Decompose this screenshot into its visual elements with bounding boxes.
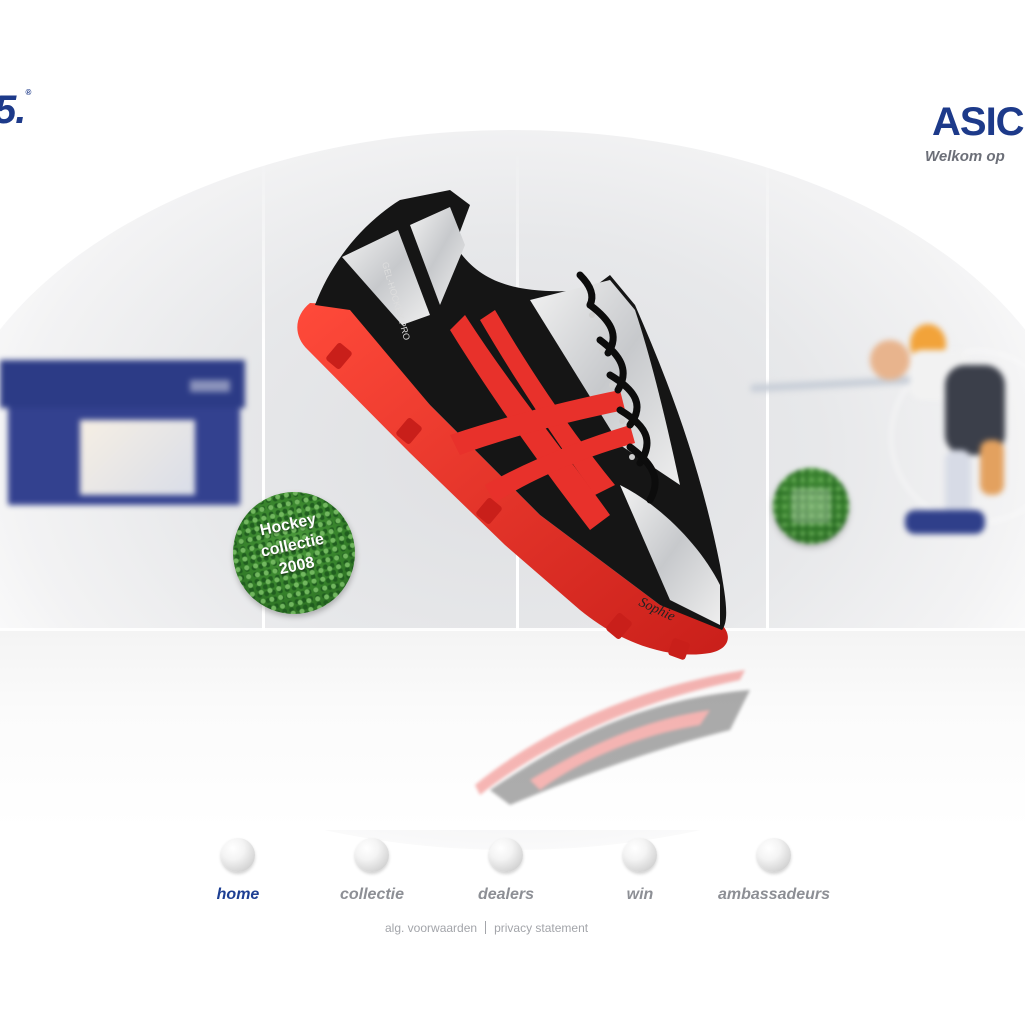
footer-separator xyxy=(485,921,487,934)
asics-logo-right[interactable]: ASIC xyxy=(932,100,1025,145)
shoe-reflection xyxy=(470,660,770,810)
nav-collectie[interactable]: collectie xyxy=(302,838,442,904)
nav-win[interactable]: win xyxy=(570,838,710,904)
nav-ball-icon xyxy=(221,838,255,872)
badge-text: Hockey collectie 2008 xyxy=(226,502,358,589)
nav-ball-icon xyxy=(623,838,657,872)
welcome-tagline: Welkom op xyxy=(925,148,1005,165)
nav-ambassadeurs[interactable]: ambassadeurs xyxy=(704,838,844,904)
shoebox-stripe xyxy=(190,380,230,392)
nav-ball-icon xyxy=(757,838,791,872)
shoebox-label xyxy=(80,420,195,495)
registered-mark: ® xyxy=(25,88,31,97)
player-shoe xyxy=(905,510,985,534)
nav-label: ambassadeurs xyxy=(717,886,831,903)
privacy-link[interactable]: privacy statement xyxy=(494,921,588,935)
nav-label: dealers xyxy=(477,886,535,903)
nav-ball-icon xyxy=(355,838,389,872)
player-leg xyxy=(980,440,1004,495)
asics-logo-left[interactable]: 5.® xyxy=(0,88,31,133)
nav-label: home xyxy=(216,886,260,903)
shoebox-image[interactable] xyxy=(0,360,245,505)
nav-home[interactable]: home xyxy=(168,838,308,904)
nav-ball-icon xyxy=(489,838,523,872)
terms-link[interactable]: alg. voorwaarden xyxy=(385,921,477,935)
grass-badge-blurred[interactable] xyxy=(773,468,849,544)
nav-label: collectie xyxy=(339,886,405,903)
logo-left-text: 5. xyxy=(0,88,26,132)
page-stage: 5.® ASIC Welkom op xyxy=(0,0,1025,1025)
badge-blurred-text xyxy=(791,488,831,524)
footer-links: alg. voorwaarden privacy statement xyxy=(385,921,588,935)
nav-dealers[interactable]: dealers xyxy=(436,838,576,904)
nav-label: win xyxy=(626,886,654,903)
shoe-svg: GEL-HOCKEY PRO Sophie xyxy=(297,190,728,660)
hockey-shoe-image[interactable]: GEL-HOCKEY PRO Sophie xyxy=(290,185,740,675)
player-head xyxy=(870,340,910,380)
reflection-svg xyxy=(475,670,750,805)
